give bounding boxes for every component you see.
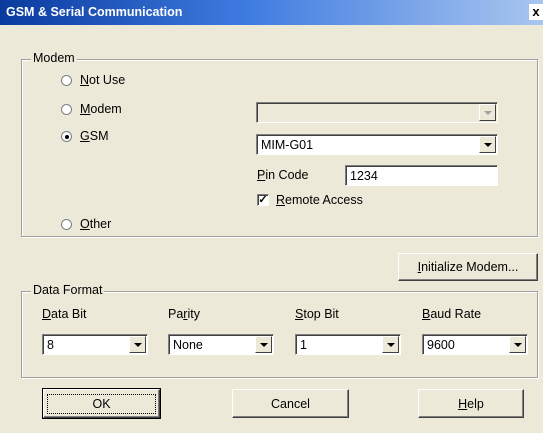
- gsm-modem-value: MIM-G01: [261, 138, 314, 152]
- modem-type-select: [256, 102, 498, 123]
- dropdown-arrow-icon[interactable]: [509, 336, 526, 353]
- parity-select[interactable]: None: [168, 334, 274, 355]
- dropdown-arrow-icon[interactable]: [129, 336, 146, 353]
- dropdown-arrow-icon[interactable]: [382, 336, 399, 353]
- radio-circle: [61, 74, 72, 86]
- radio-circle: [61, 103, 72, 115]
- parity-label: Parity: [168, 307, 200, 321]
- stop-bit-value: 1: [300, 338, 307, 352]
- data-bit-select[interactable]: 8: [42, 334, 148, 355]
- dropdown-arrow-icon[interactable]: [479, 136, 496, 153]
- baud-rate-value: 9600: [427, 338, 455, 352]
- pin-code-input[interactable]: 1234: [345, 165, 498, 186]
- radio-gsm[interactable]: GSM: [61, 129, 108, 143]
- checkbox-checked-icon: ✓: [257, 194, 269, 206]
- stop-bit-select[interactable]: 1: [295, 334, 401, 355]
- close-button[interactable]: x: [529, 4, 543, 20]
- radio-label-other: Other: [80, 217, 112, 231]
- gsm-modem-select[interactable]: MIM-G01: [256, 134, 498, 155]
- help-button[interactable]: Help: [418, 389, 524, 418]
- radio-other[interactable]: Other: [61, 217, 111, 231]
- title-bar: GSM & Serial Communication x: [0, 0, 543, 25]
- data-format-group-label: Data Format: [31, 283, 105, 297]
- radio-label-gsm: GSM: [80, 129, 109, 143]
- radio-circle-selected: [61, 130, 72, 142]
- ok-button[interactable]: OK: [42, 388, 161, 419]
- data-bit-value: 8: [47, 338, 54, 352]
- remote-access-checkbox[interactable]: ✓ Remote Access: [257, 193, 363, 207]
- radio-not-use[interactable]: Not Use: [61, 73, 125, 87]
- modem-group-label: Modem: [31, 51, 77, 65]
- remote-access-label: Remote Access: [276, 193, 363, 207]
- parity-value: None: [173, 338, 203, 352]
- window-title: GSM & Serial Communication: [6, 5, 183, 19]
- stop-bit-label: Stop Bit: [295, 307, 339, 321]
- data-bit-label: Data Bit: [42, 307, 87, 321]
- baud-rate-label: Baud Rate: [422, 307, 482, 321]
- radio-label-modem: Modem: [80, 102, 122, 116]
- dropdown-arrow-icon: [479, 104, 496, 121]
- cancel-button[interactable]: Cancel: [232, 389, 349, 418]
- dropdown-arrow-icon[interactable]: [255, 336, 272, 353]
- radio-modem[interactable]: Modem: [61, 102, 122, 116]
- pin-code-value: 1234: [350, 169, 378, 183]
- initialize-modem-button[interactable]: Initialize Modem...: [398, 253, 538, 281]
- baud-rate-select[interactable]: 9600: [422, 334, 528, 355]
- radio-label-not-use: Not Use: [80, 73, 126, 87]
- pin-code-label: Pin Code: [257, 168, 309, 182]
- radio-circle: [61, 218, 72, 230]
